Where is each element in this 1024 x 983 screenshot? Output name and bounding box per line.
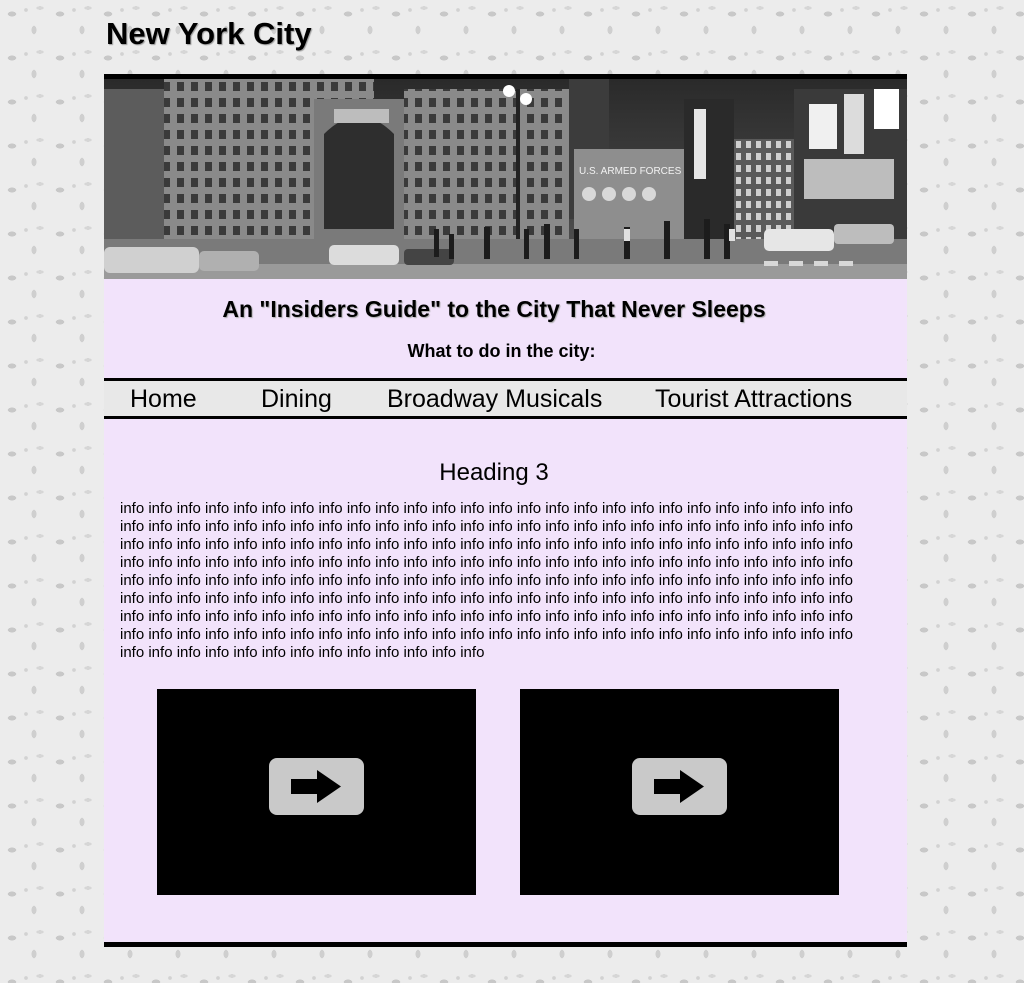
page-title: New York City (106, 16, 312, 51)
nav-broadway-musicals[interactable]: Broadway Musicals (387, 385, 602, 414)
video-player-2[interactable] (520, 689, 839, 895)
tagline: What to do in the city: (407, 341, 596, 361)
body-text: info info info info info info info info … (120, 500, 853, 661)
nav-tourist-attractions[interactable]: Tourist Attractions (655, 385, 852, 414)
play-button[interactable] (632, 758, 727, 815)
section-heading: Heading 3 (439, 459, 549, 486)
play-arrow-icon (654, 770, 704, 803)
main-nav: Home Dining Broadway Musicals Tourist At… (104, 378, 907, 419)
main-panel: U.S. ARMED FORCES An "Insiders Guide" to… (104, 74, 907, 947)
site-subtitle: An "Insiders Guide" to the City That Nev… (222, 296, 766, 322)
play-arrow-icon (291, 770, 341, 803)
hero-image: U.S. ARMED FORCES (104, 79, 907, 279)
svg-text:U.S. ARMED FORCES: U.S. ARMED FORCES (579, 166, 682, 177)
nav-home[interactable]: Home (130, 385, 197, 414)
times-square-photo: U.S. ARMED FORCES (104, 79, 907, 279)
nav-dining[interactable]: Dining (261, 385, 332, 414)
play-button[interactable] (269, 758, 364, 815)
video-player-1[interactable] (157, 689, 476, 895)
